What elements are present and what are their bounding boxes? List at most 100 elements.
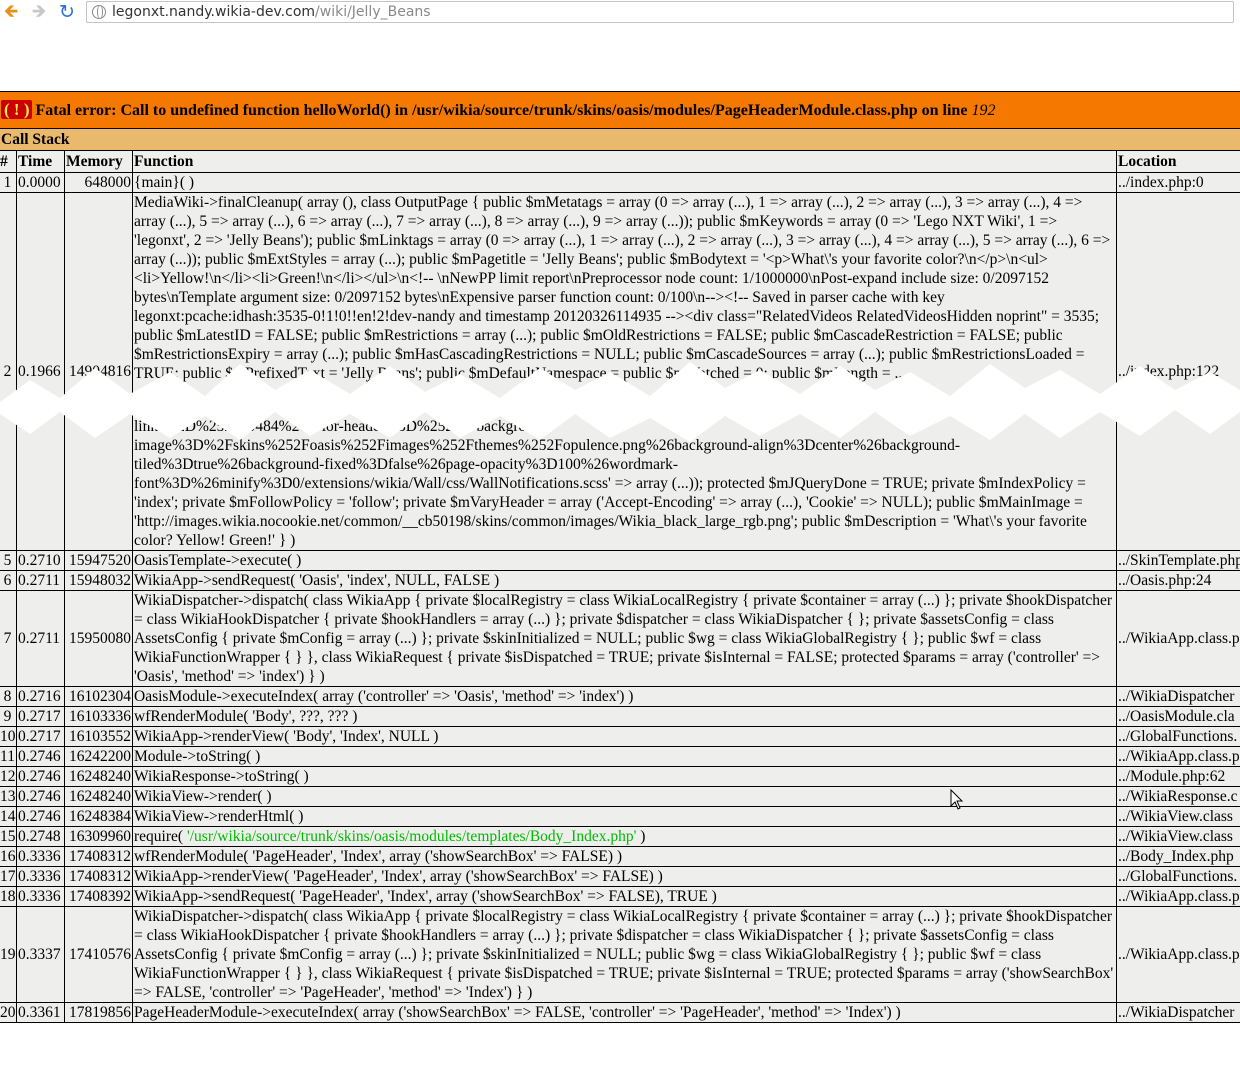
frame-location: ../Module.php:62 [1115,766,1240,787]
url-text[interactable]: legonxt.nandy.wikia-dev.com/wiki/Jelly_B… [112,4,431,20]
frame-function-text: WikiaApp->renderView( 'Body', 'Index', N… [134,728,439,745]
frame-number: 7 [0,590,17,687]
frame-function-text: WikiaDispatcher->dispatch( class WikiaAp… [134,908,1114,1001]
call-stack-row: 7 0.2711 15950080 WikiaDispatcher->dispatch… [0,590,1240,687]
frame-number: 17 [0,866,17,887]
frame-function: wfRenderModule( 'PageHeader', 'Index', a… [132,846,1117,867]
frame-time: 0.2746 [16,786,65,807]
frame-time: 0.2746 [16,746,65,767]
frame-function-text: OasisTemplate->execute( ) [134,552,302,569]
back-arrow-icon[interactable]: 🡸 [0,1,22,23]
frame-time: 0.2717 [16,726,65,747]
frame-memory: 17408392 [64,886,133,907]
frame-function-text: WikiaApp->sendRequest( 'Oasis', 'index',… [134,572,500,589]
frame-memory: 16103336 [64,706,133,727]
call-stack-row: 2 0.1966 14904816 MediaWiki->finalCleanup( … [0,192,1240,551]
frame-function-end: ) [636,828,646,845]
frame-function-text: MediaWiki->finalCleanup( array (), class… [134,194,1111,382]
torn-gap [134,383,1115,417]
call-stack-row: 5 0.2710 15947520 OasisTemplate->execute( )… [0,550,1240,571]
call-stack-row: 12 0.2746 16248240 WikiaResponse->toString(… [0,766,1240,787]
call-stack-row: 18 0.3336 17408392 WikiaApp->sendRequest( '… [0,886,1240,907]
error-on-line: on line [917,102,972,119]
frame-function-text: WikiaApp->sendRequest( 'PageHeader', 'In… [134,888,717,905]
error-file: /usr/wikia/source/trunk/skins/oasis/modu… [412,102,918,119]
frame-time: 0.2717 [16,706,65,727]
call-stack-row: 11 0.2746 16242200 Module->toString( ) ../Wi… [0,746,1240,767]
frame-time: 0.3336 [16,846,65,867]
mouse-pointer-icon [950,789,964,810]
xdebug-error-table: ( ! ) Fatal error: Call to undefined func… [0,91,1240,1023]
call-stack-row: 17 0.3336 17408312 WikiaApp->renderView( 'P… [0,866,1240,887]
frame-memory: 16248240 [64,766,133,787]
frame-location: ../WikiaApp.class.p [1115,590,1240,687]
frame-location: ../WikiaView.class [1115,806,1240,827]
frame-location: ../WikiaDispatcher [1115,1002,1240,1023]
frame-time: 0.0000 [16,172,65,193]
frame-function: WikiaApp->renderView( 'PageHeader', 'Ind… [132,866,1117,887]
frame-function-text: WikiaView->renderHtml( ) [134,808,304,825]
error-prefix: Fatal error: Call to undefined function … [35,102,413,119]
column-header-number: # [0,150,17,173]
call-stack-row: 10 0.2717 16103552 WikiaApp->renderView( 'B… [0,726,1240,747]
frame-function-text: WikiaResponse->toString( ) [134,768,309,785]
frame-time: 0.2716 [16,686,65,707]
frame-number: 16 [0,846,17,867]
frame-time: 0.2748 [16,826,65,847]
column-header-memory: Memory [64,150,133,173]
frame-location: ../Oasis.php:24 [1115,570,1240,591]
reload-icon[interactable]: ↻ [56,1,78,23]
frame-memory: 15948032 [64,570,133,591]
frame-location: ../WikiaView.class [1115,826,1240,847]
frame-function-text: WikiaView->render( ) [134,788,272,805]
call-stack-row: 9 0.2717 16103336 wfRenderModule( 'Body', ?… [0,706,1240,727]
frame-required-file: '/usr/wikia/source/trunk/skins/oasis/mod… [186,828,637,845]
frame-number: 1 [0,172,17,193]
fatal-error-row: ( ! ) Fatal error: Call to undefined func… [0,91,1240,129]
frame-number: 19 [0,906,17,1003]
frame-number: 6 [0,570,17,591]
frame-time: 0.2746 [16,766,65,787]
call-stack-row: 19 0.3337 17410576 WikiaDispatcher->dispatc… [0,906,1240,1003]
frame-function: WikiaApp->renderView( 'Body', 'Index', N… [132,726,1117,747]
frame-number: 9 [0,706,17,727]
call-stack-row: 14 0.2746 16248384 WikiaView->renderHtml( )… [0,806,1240,827]
call-stack-row: 20 0.3361 17819856 PageHeaderModule->execut… [0,1002,1240,1023]
frame-memory: 14904816 [64,192,133,551]
frame-function-text: require( [134,828,187,845]
frame-memory: 16248240 [64,786,133,807]
frame-function: WikiaDispatcher->dispatch( class WikiaAp… [132,906,1117,1003]
frame-number: 10 [0,726,17,747]
frame-time: 0.2711 [16,570,65,591]
frame-memory: 15950080 [64,590,133,687]
frame-memory: 16103552 [64,726,133,747]
frame-location: ../OasisModule.cla [1115,706,1240,727]
frame-time: 0.2711 [16,590,65,687]
frame-function: WikiaResponse->toString( ) [132,766,1117,787]
frame-memory: 648000 [64,172,133,193]
frame-function: OasisTemplate->execute( ) [132,550,1117,571]
frame-location: ../WikiaApp.class.p [1115,906,1240,1003]
column-header-function: Function [132,150,1117,173]
frame-function-tail: links%2D%252310484%26color-header%3D%252… [134,418,1087,549]
forward-arrow-icon[interactable]: 🡺 [28,1,50,23]
call-stack-row: 13 0.2746 16248240 WikiaView->render( ) ../W… [0,786,1240,807]
frame-location: ../WikiaApp.class.p [1115,746,1240,767]
address-bar[interactable]: legonxt.nandy.wikia-dev.com/wiki/Jelly_B… [86,1,1234,23]
frame-function-text: OasisModule->executeIndex( array ('contr… [134,688,634,705]
url-path: /wiki/Jelly_Beans [315,4,431,20]
call-stack-row: 1 0.0000 648000 {main}( ) ../index.php:0 [0,172,1240,193]
error-warning-icon: ( ! ) [1,100,33,119]
call-stack-row: 16 0.3336 17408312 wfRenderModule( 'PageHea… [0,846,1240,867]
frame-time: 0.3336 [16,886,65,907]
call-stack-title: Call Stack [0,128,1240,151]
frame-number: 2 [0,192,17,551]
frame-function: OasisModule->executeIndex( array ('contr… [132,686,1117,707]
frame-memory: 16309960 [64,826,133,847]
frame-location: ../GlobalFunctions. [1115,726,1240,747]
frame-function: PageHeaderModule->executeIndex( array ('… [132,1002,1117,1023]
frame-time: 0.2746 [16,806,65,827]
frame-number: 8 [0,686,17,707]
frame-function: Module->toString( ) [132,746,1117,767]
frame-number: 20 [0,1002,17,1023]
